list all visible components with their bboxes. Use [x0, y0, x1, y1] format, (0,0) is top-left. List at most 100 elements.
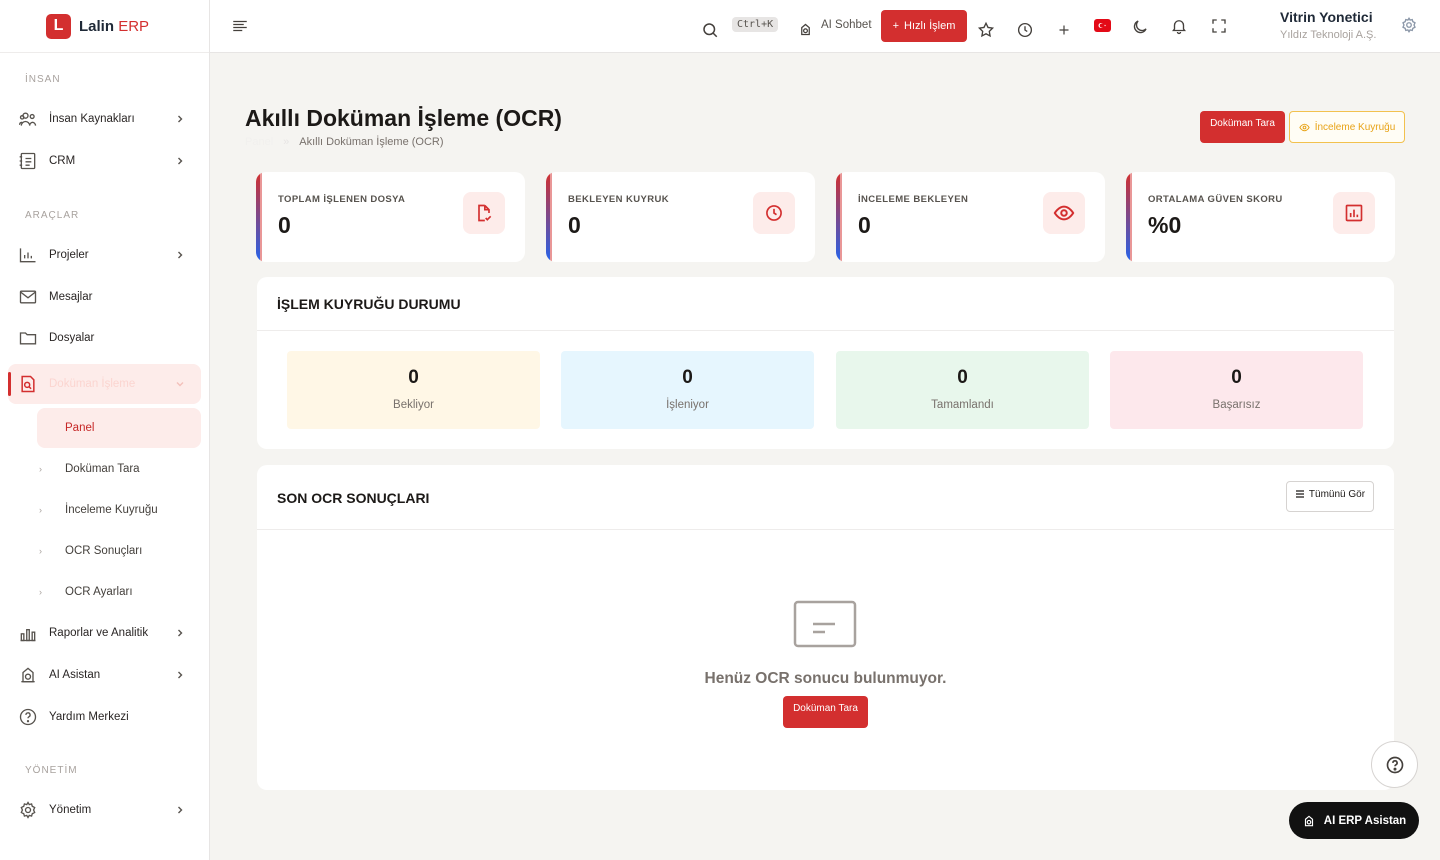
robot-icon[interactable] [798, 22, 813, 37]
sidebar-item-mesajlar[interactable]: Mesajlar [8, 277, 201, 317]
sidebar-subitem-panel[interactable]: Panel [37, 408, 201, 448]
queue-status-panel: İŞLEM KUYRUĞU DURUMU 0 Bekliyor 0 İşleni… [257, 277, 1394, 449]
breadcrumb-root[interactable]: Panel [245, 136, 273, 148]
review-queue-button[interactable]: İnceleme Kuyruğu [1289, 111, 1405, 143]
sidebar-item-yonetim[interactable]: Yönetim [8, 790, 201, 830]
queue-label: Tamamlandı [931, 399, 994, 411]
page-title: Akıllı Doküman İşleme (OCR) [245, 105, 562, 131]
language-flag-icon[interactable] [1094, 19, 1111, 32]
queue-box-completed: 0 Tamamlandı [836, 351, 1089, 429]
sidebar-item-label: Dosyalar [49, 332, 95, 344]
menu-toggle-icon[interactable] [231, 17, 249, 35]
eye-icon [1299, 123, 1310, 131]
ai-assistant-label: AI ERP Asistan [1323, 814, 1407, 827]
stat-value: 0 [858, 212, 871, 238]
view-all-label: Tümünü Gör [1308, 489, 1366, 500]
view-all-button[interactable]: Tümünü Gör [1286, 481, 1374, 512]
sidebar-item-ai-asistan[interactable]: AI Asistan [8, 655, 201, 695]
panel-title: SON OCR SONUÇLARI [277, 490, 430, 506]
sidebar-item-dosyalar[interactable]: Dosyalar [8, 318, 201, 358]
sidebar-item-projeler[interactable]: Projeler [8, 235, 201, 275]
queue-value: 0 [1231, 367, 1242, 388]
stat-card-pending-review: İNCELEME BEKLEYEN 0 [836, 172, 1105, 262]
queue-value: 0 [682, 367, 693, 388]
chevron-right-icon [178, 115, 183, 123]
review-queue-label: İnceleme Kuyruğu [1314, 121, 1396, 133]
folder-icon [19, 332, 37, 345]
ai-assistant-fab-button[interactable]: AI ERP Asistan [1289, 802, 1419, 839]
chevron-right-icon: › [39, 464, 42, 474]
bell-icon[interactable] [1170, 17, 1188, 35]
sidebar-item-insan-kaynaklari[interactable]: İnsan Kaynakları [8, 99, 201, 139]
sidebar-subitem-ocr-ayarlari[interactable]: › OCR Ayarları [37, 572, 201, 612]
clock-icon [753, 192, 795, 234]
robot-icon [1304, 815, 1313, 826]
star-icon[interactable] [977, 21, 995, 39]
breadcrumb-current: Akıllı Doküman İşleme (OCR) [299, 136, 444, 148]
sidebar-item-label: Yönetim [49, 804, 92, 816]
panel-divider [257, 529, 1394, 530]
stat-card-avg-confidence: ORTALAMA GÜVEN SKORU %0 [1126, 172, 1395, 262]
chevron-down-icon [176, 382, 184, 387]
chart-icon [1333, 192, 1375, 234]
moon-icon[interactable] [1131, 18, 1149, 36]
scan-document-button[interactable]: Doküman Tara [1200, 111, 1285, 143]
queue-label: Başarısız [1212, 399, 1261, 411]
queue-label: İşleniyor [666, 399, 709, 411]
file-check-icon [463, 192, 505, 234]
panel-divider [257, 330, 1394, 331]
sidebar: L Lalin ERP İNSAN İnsan Kaynakları CRM A… [0, 0, 210, 860]
user-name[interactable]: Vitrin Yonetici [1280, 9, 1373, 25]
history-clock-icon[interactable] [1016, 21, 1034, 39]
user-company: Yıldız Teknoloji A.Ş. [1280, 29, 1377, 41]
queue-label: Bekliyor [393, 399, 434, 411]
document-scan-icon [21, 375, 35, 393]
help-fab-button[interactable] [1371, 741, 1418, 788]
queue-box-waiting: 0 Bekliyor [287, 351, 540, 429]
breadcrumb: Panel » Akıllı Doküman İşleme (OCR) [245, 136, 444, 148]
chevron-right-icon [178, 671, 183, 679]
section-label-yonetim: YÖNETİM [25, 765, 78, 776]
brand-name: Lalin ERP [79, 17, 150, 35]
sidebar-item-label: Raporlar ve Analitik [49, 627, 149, 639]
help-circle-icon [1386, 756, 1403, 773]
brand[interactable]: L Lalin ERP [0, 0, 209, 53]
search-icon[interactable] [701, 21, 719, 39]
chevron-right-icon: › [39, 587, 42, 597]
empty-scan-document-button[interactable]: Doküman Tara [783, 696, 868, 728]
queue-value: 0 [957, 367, 968, 388]
sidebar-item-dokuman-isleme[interactable]: Doküman İşleme [8, 364, 201, 404]
sidebar-item-label: Mesajlar [49, 291, 93, 303]
breadcrumb-separator-icon: » [283, 136, 290, 148]
bar-chart-icon [20, 629, 36, 642]
chevron-right-icon [178, 629, 183, 637]
plus-icon: + [892, 20, 900, 32]
chevron-right-icon [178, 806, 183, 814]
sidebar-item-raporlar[interactable]: Raporlar ve Analitik [8, 613, 201, 653]
sidebar-subitem-ocr-sonuclari[interactable]: › OCR Sonuçları [37, 531, 201, 571]
sidebar-item-label: Projeler [49, 249, 89, 261]
sidebar-subitem-dokuman-tara[interactable]: › Doküman Tara [37, 449, 201, 489]
section-label-insan: İNSAN [25, 74, 61, 85]
stat-label: TOPLAM İŞLENEN DOSYA [278, 194, 406, 205]
brand-logo: L [46, 13, 71, 39]
stat-value: %0 [1148, 212, 1182, 238]
quick-action-label: Hızlı İşlem [904, 20, 956, 32]
stat-value: 0 [568, 212, 581, 238]
list-icon [1295, 490, 1304, 498]
sidebar-item-label: CRM [49, 155, 76, 167]
eye-icon [1043, 192, 1085, 234]
sidebar-subitem-inceleme-kuyrugu[interactable]: › İnceleme Kuyruğu [37, 490, 201, 530]
sidebar-item-label: AI Asistan [49, 669, 101, 681]
settings-gear-icon[interactable] [1400, 16, 1418, 34]
fullscreen-icon[interactable] [1210, 17, 1228, 35]
sidebar-item-crm[interactable]: CRM [8, 141, 201, 181]
plus-icon[interactable] [1055, 21, 1073, 39]
sidebar-item-yardim[interactable]: Yardım Merkezi [8, 697, 201, 737]
sidebar-subitem-label: OCR Ayarları [65, 586, 133, 598]
panel-title: İŞLEM KUYRUĞU DURUMU [277, 296, 461, 312]
ai-chat-link[interactable]: AI Sohbet [821, 19, 872, 31]
queue-box-failed: 0 Başarısız [1110, 351, 1363, 429]
stat-value: 0 [278, 212, 291, 238]
quick-action-button[interactable]: + Hızlı İşlem [881, 10, 967, 42]
